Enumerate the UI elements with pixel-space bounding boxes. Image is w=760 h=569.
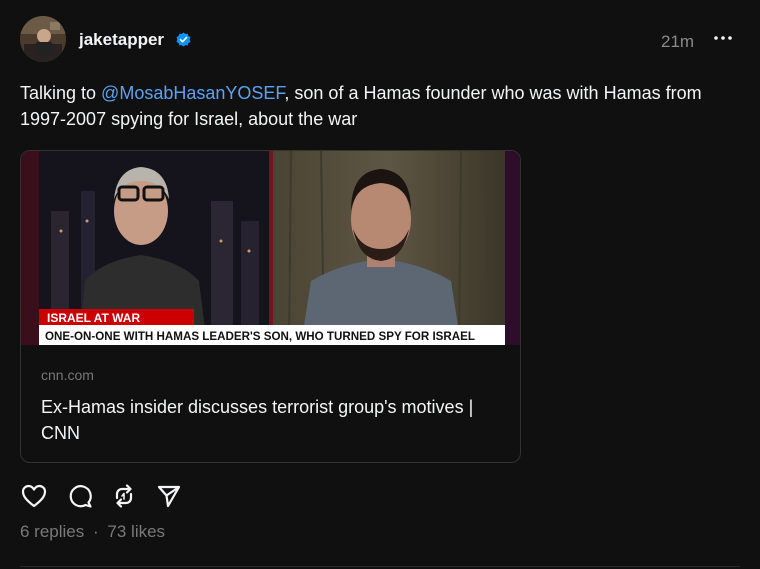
divider — [20, 566, 740, 567]
repost-icon[interactable] — [110, 483, 138, 509]
post-text: Talking to @MosabHasanYOSEF, son of a Ha… — [20, 80, 735, 132]
replies-count[interactable]: 6 replies — [20, 522, 84, 541]
stats-separator: · — [93, 522, 99, 541]
banner-top-text: ISRAEL AT WAR — [47, 311, 140, 325]
link-domain: cnn.com — [41, 367, 94, 383]
avatar[interactable] — [20, 16, 66, 62]
video-thumbnail[interactable]: ISRAEL AT WAR ONE-ON-ONE WITH HAMAS LEAD… — [21, 151, 520, 345]
more-icon[interactable] — [711, 30, 735, 46]
username[interactable]: jaketapper — [79, 30, 164, 50]
share-icon[interactable] — [155, 483, 183, 509]
timestamp: 21m — [661, 32, 695, 51]
post-stats: 6 replies · 73 likes — [20, 522, 165, 542]
heart-icon[interactable] — [20, 483, 48, 509]
verified-icon — [176, 32, 191, 47]
link-title[interactable]: Ex-Hamas insider discusses terrorist gro… — [41, 394, 501, 446]
mention-link[interactable]: @MosabHasanYOSEF — [101, 83, 284, 103]
link-card[interactable]: ISRAEL AT WAR ONE-ON-ONE WITH HAMAS LEAD… — [20, 150, 521, 463]
banner-bottom-text: ONE-ON-ONE WITH HAMAS LEADER'S SON, WHO … — [45, 331, 475, 343]
comment-icon[interactable] — [66, 483, 94, 509]
post-text-start: Talking to — [20, 83, 102, 103]
likes-count[interactable]: 73 likes — [107, 522, 165, 541]
